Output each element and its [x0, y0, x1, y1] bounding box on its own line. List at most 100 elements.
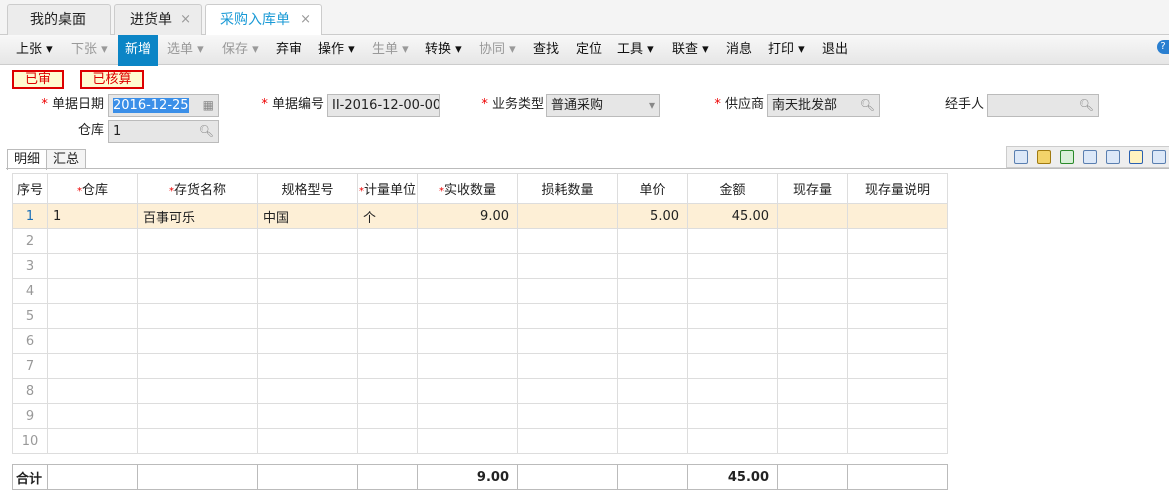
table-row[interactable]: 5 [12, 303, 948, 329]
table-cell[interactable] [777, 378, 848, 404]
table-cell[interactable] [517, 403, 618, 429]
table-cell[interactable] [777, 278, 848, 304]
column-header[interactable]: 损耗数量 [517, 173, 618, 204]
find-button[interactable]: 查找 [533, 35, 559, 65]
close-icon[interactable]: × [180, 5, 191, 35]
unaudit-button[interactable]: 弃审 [276, 35, 302, 65]
table-cell[interactable] [47, 353, 138, 379]
table-cell[interactable] [257, 403, 358, 429]
table-row[interactable]: 3 [12, 253, 948, 279]
table-cell[interactable] [617, 228, 688, 254]
tab-desktop[interactable]: 我的桌面 [7, 4, 111, 35]
table-cell[interactable] [617, 378, 688, 404]
table-cell[interactable] [617, 303, 688, 329]
message-button[interactable]: 消息 [726, 35, 752, 65]
table-cell[interactable] [137, 278, 258, 304]
table-cell[interactable] [847, 303, 948, 329]
table-cell[interactable] [137, 353, 258, 379]
table-cell[interactable] [517, 328, 618, 354]
column-header[interactable]: *计量单位 [357, 173, 418, 204]
save-button[interactable]: 保存 ▾ [222, 35, 259, 65]
table-cell[interactable] [847, 328, 948, 354]
new-button[interactable]: 新增 [118, 35, 159, 66]
table-cell[interactable] [417, 378, 518, 404]
table-cell[interactable] [417, 253, 518, 279]
table-row[interactable]: 9 [12, 403, 948, 429]
table-cell[interactable] [357, 428, 418, 454]
table-cell[interactable] [617, 353, 688, 379]
table-cell[interactable] [257, 353, 358, 379]
table-cell[interactable] [777, 253, 848, 279]
table-cell[interactable] [47, 428, 138, 454]
generate-button[interactable]: 生单 ▾ [372, 35, 409, 65]
table-cell[interactable] [687, 278, 778, 304]
table-cell[interactable] [617, 278, 688, 304]
table-cell[interactable] [357, 303, 418, 329]
column-header[interactable]: 现存量说明 [847, 173, 948, 204]
table-cell[interactable] [847, 253, 948, 279]
column-header[interactable]: 单价 [617, 173, 688, 204]
table-cell[interactable] [417, 278, 518, 304]
exit-button[interactable]: 退出 [822, 35, 848, 65]
table-cell[interactable]: 9.00 [417, 203, 518, 229]
preview-icon[interactable] [1083, 150, 1097, 164]
column-header[interactable]: *实收数量 [417, 173, 518, 204]
table-cell[interactable] [357, 328, 418, 354]
column-header[interactable]: *存货名称 [137, 173, 258, 204]
table-cell[interactable] [417, 328, 518, 354]
warehouse-field[interactable]: 1 🔍︎ [108, 120, 219, 143]
table-cell[interactable] [137, 228, 258, 254]
table-cell[interactable] [417, 303, 518, 329]
convert-button[interactable]: 转换 ▾ [425, 35, 462, 65]
table-cell[interactable] [47, 303, 138, 329]
column-header[interactable]: *仓库 [47, 173, 138, 204]
table-cell[interactable] [137, 378, 258, 404]
table-cell[interactable] [687, 228, 778, 254]
select-doc-button[interactable]: 选单 ▾ [167, 35, 204, 65]
table-cell[interactable] [847, 378, 948, 404]
table-cell[interactable]: 百事可乐 [137, 203, 258, 229]
table-cell[interactable] [847, 428, 948, 454]
table-cell[interactable] [617, 403, 688, 429]
table-cell[interactable] [777, 228, 848, 254]
table-cell[interactable] [47, 403, 138, 429]
table-cell[interactable] [517, 253, 618, 279]
table-cell[interactable]: 45.00 [687, 203, 778, 229]
table-cell[interactable] [517, 353, 618, 379]
table-cell[interactable] [137, 328, 258, 354]
table-cell[interactable] [417, 228, 518, 254]
table-cell[interactable] [257, 278, 358, 304]
table-cell[interactable] [47, 228, 138, 254]
table-cell[interactable] [47, 378, 138, 404]
table-cell[interactable] [847, 353, 948, 379]
table-cell[interactable] [137, 403, 258, 429]
table-cell[interactable] [357, 278, 418, 304]
tools-button[interactable]: 工具 ▾ [617, 35, 654, 65]
table-cell[interactable] [417, 428, 518, 454]
table-cell[interactable] [47, 328, 138, 354]
supplier-field[interactable]: 南天批发部 🔍︎ [767, 94, 880, 117]
table-cell[interactable] [137, 428, 258, 454]
table-cell[interactable] [137, 253, 258, 279]
table-row[interactable]: 10 [12, 428, 948, 454]
table-cell[interactable]: 中国 [257, 203, 358, 229]
table-cell[interactable] [257, 253, 358, 279]
table-cell[interactable] [517, 228, 618, 254]
operation-button[interactable]: 操作 ▾ [318, 35, 355, 65]
next-button[interactable]: 下张 ▾ [71, 35, 108, 65]
table-cell[interactable] [847, 203, 948, 229]
table-cell[interactable] [357, 403, 418, 429]
table-cell[interactable] [777, 328, 848, 354]
handler-field[interactable]: 🔍︎ [987, 94, 1099, 117]
tab-purchase-order[interactable]: 进货单 × [114, 4, 202, 35]
table-cell[interactable] [777, 203, 848, 229]
table-cell[interactable] [617, 328, 688, 354]
table-row[interactable]: 4 [12, 278, 948, 304]
copy-icon[interactable] [1014, 150, 1028, 164]
table-cell[interactable] [517, 378, 618, 404]
table-cell[interactable] [257, 228, 358, 254]
table-cell[interactable] [417, 403, 518, 429]
table-cell[interactable] [257, 378, 358, 404]
table-cell[interactable] [357, 378, 418, 404]
column-header[interactable]: 序号 [12, 173, 48, 204]
